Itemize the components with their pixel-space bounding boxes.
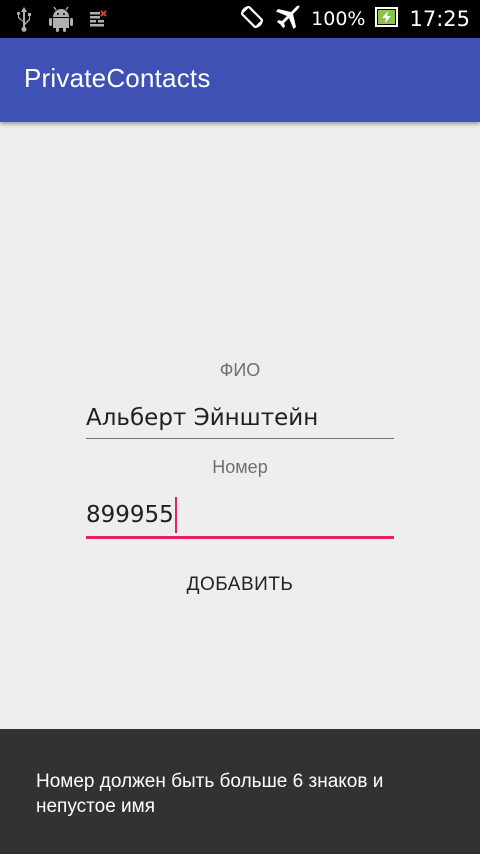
app-title: PrivateContacts [24,63,211,93]
snackbar: Номер должен быть больше 6 знаков и непу… [0,729,480,854]
snackbar-message: Номер должен быть больше 6 знаков и непу… [36,771,384,817]
add-button[interactable]: ДОБАВИТЬ [150,562,330,608]
name-input-underline [86,438,394,439]
rotate-icon [239,4,265,35]
name-input[interactable] [86,398,394,438]
number-label: Номер [212,457,268,477]
number-field-wrapper [86,495,394,535]
screen: 100% 17:25 PrivateContacts ФИО Номер ДОБ… [0,0,480,854]
app-bar: PrivateContacts [0,38,480,122]
system-icons: 100% 17:25 [239,0,470,38]
number-input-underline [86,536,394,539]
name-field-wrapper [86,398,394,438]
notification-icons [14,6,108,36]
sim-icon [88,6,108,36]
android-debug-icon [48,6,74,36]
battery-charging-icon [375,5,399,34]
airplane-icon [275,4,301,35]
name-label: ФИО [219,360,261,380]
text-cursor [175,497,177,533]
status-bar: 100% 17:25 [0,0,480,38]
number-input[interactable] [86,495,394,535]
usb-icon [14,6,34,36]
battery-percent: 100% [311,8,366,30]
clock: 17:25 [409,7,470,31]
